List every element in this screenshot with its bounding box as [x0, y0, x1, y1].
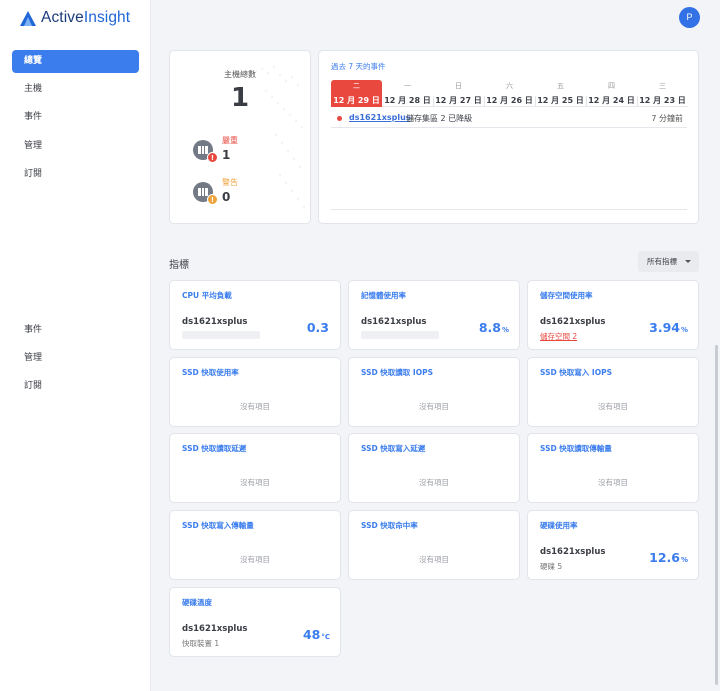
metric-title: 硬碟使用率 [540, 521, 578, 530]
metric-value: 0.3 [306, 320, 329, 335]
metric-empty-text: 沒有項目 [240, 478, 270, 487]
main-content: P 主機總數 1 ! 嚴重 1 ! 警告 0 過去 7 天的事件 二 12 月 … [152, 0, 720, 691]
day-tab[interactable]: 四 12 月 24 日 [586, 80, 637, 107]
metric-host: ds1621xsplus [182, 624, 248, 634]
metrics-section-title: 指標 [169, 260, 189, 271]
sidebar-item-management-secondary[interactable]: 管理 [12, 347, 139, 370]
metric-sub-text: 硬碟 5 [540, 562, 563, 571]
metric-card[interactable]: SSD 快取讀取 IOPS 沒有項目 [348, 357, 520, 427]
event-host-link[interactable]: ds1621xsplus [349, 113, 411, 122]
scrollbar[interactable] [715, 345, 718, 685]
metric-title: SSD 快取命中率 [361, 521, 418, 530]
day-divider [586, 96, 587, 106]
metric-value: 3.94% [649, 320, 688, 335]
metric-title: CPU 平均負載 [182, 291, 232, 300]
sidebar-item-subscriptions[interactable]: 訂閱 [12, 163, 139, 186]
metric-title: SSD 快取寫入傳輸量 [182, 521, 254, 530]
sidebar-item-events[interactable]: 事件 [12, 106, 139, 129]
sidebar-item-overview[interactable]: 總覽 [12, 50, 139, 73]
warning-count[interactable]: 0 [222, 190, 230, 204]
metric-sub-link[interactable]: 儲存空間 2 [540, 331, 577, 342]
day-tab[interactable]: 六 12 月 26 日 [484, 80, 535, 107]
activeinsight-logo-icon [20, 10, 36, 26]
day-divider [535, 96, 536, 106]
sidebar-item-management[interactable]: 管理 [12, 135, 139, 158]
sidebar: ActiveInsight 總覽 主機 事件 管理 訂閱 事件 管理 訂閱 [0, 0, 151, 691]
metric-host: ds1621xsplus [182, 317, 248, 327]
metric-host: ds1621xsplus [361, 317, 427, 327]
summary-card: 主機總數 1 ! 嚴重 1 ! 警告 0 [169, 50, 311, 224]
critical-dot-icon [337, 116, 342, 121]
metric-empty-text: 沒有項目 [419, 402, 449, 411]
metric-title: 硬碟溫度 [182, 598, 212, 607]
metric-redacted-text [182, 331, 260, 339]
metric-title: SSD 快取讀取 IOPS [361, 368, 433, 377]
events-title: 過去 7 天的事件 [331, 62, 386, 71]
metric-card[interactable]: 儲存空間使用率 ds1621xsplus 儲存空間 2 3.94% [527, 280, 699, 350]
metric-title: SSD 快取讀取延遲 [182, 444, 247, 453]
server-critical-icon: ! [193, 140, 218, 163]
logo[interactable]: ActiveInsight [19, 9, 130, 27]
logo-text: ActiveInsight [41, 9, 131, 26]
critical-count[interactable]: 1 [222, 148, 230, 162]
sidebar-item-events-secondary[interactable]: 事件 [12, 319, 139, 342]
day-tab[interactable]: 一 12 月 28 日 [382, 80, 433, 107]
metric-value: 8.8% [478, 320, 509, 335]
metric-card[interactable]: SSD 快取讀取延遲 沒有項目 [169, 433, 341, 503]
metrics-filter-dropdown[interactable]: 所有指標 [638, 251, 699, 272]
warning-label[interactable]: 警告 [222, 177, 238, 188]
metric-card[interactable]: 硬碟溫度 ds1621xsplus 快取裝置 1 48°C [169, 587, 341, 657]
metric-title: SSD 快取使用率 [182, 368, 239, 377]
day-tab[interactable]: 五 12 月 25 日 [535, 80, 586, 107]
sidebar-item-subscriptions-secondary[interactable]: 訂閱 [12, 375, 139, 398]
server-warning-icon: ! [193, 182, 218, 205]
metric-host: ds1621xsplus [540, 317, 606, 327]
metric-title: 儲存空間使用率 [540, 291, 593, 300]
metric-redacted-text [361, 331, 439, 339]
metric-empty-text: 沒有項目 [419, 555, 449, 564]
metric-card[interactable]: CPU 平均負載 ds1621xsplus 0.3 [169, 280, 341, 350]
metric-card[interactable]: SSD 快取寫入延遲 沒有項目 [348, 433, 520, 503]
total-hosts-count: 1 [230, 83, 250, 113]
metric-card[interactable]: SSD 快取寫入 IOPS 沒有項目 [527, 357, 699, 427]
caret-down-icon [685, 260, 691, 263]
day-divider [484, 96, 485, 106]
metric-card[interactable]: SSD 快取使用率 沒有項目 [169, 357, 341, 427]
day-tab[interactable]: 二 12 月 29 日 [331, 80, 382, 107]
metric-card[interactable]: 記憶體使用率 ds1621xsplus 8.8% [348, 280, 520, 350]
metric-card[interactable]: 硬碟使用率 ds1621xsplus 硬碟 5 12.6% [527, 510, 699, 580]
metric-empty-text: 沒有項目 [240, 555, 270, 564]
user-avatar[interactable]: P [679, 7, 700, 28]
day-tab[interactable]: 日 12 月 27 日 [433, 80, 484, 107]
metric-title: SSD 快取寫入延遲 [361, 444, 426, 453]
day-divider [637, 96, 638, 106]
events-divider [331, 209, 687, 210]
metric-value: 48°C [302, 627, 330, 642]
event-time: 7 分鐘前 [651, 114, 683, 123]
metric-host: ds1621xsplus [540, 547, 606, 557]
event-row[interactable]: ds1621xsplus 儲存集區 2 已降級 7 分鐘前 [331, 112, 687, 128]
metric-empty-text: 沒有項目 [598, 478, 628, 487]
metric-empty-text: 沒有項目 [240, 402, 270, 411]
events-card: 過去 7 天的事件 二 12 月 29 日 一 12 月 28 日 日 12 月 27… [318, 50, 699, 224]
day-divider [433, 96, 434, 106]
metric-empty-text: 沒有項目 [598, 402, 628, 411]
day-tab[interactable]: 三 12 月 23 日 [637, 80, 688, 107]
total-hosts-label: 主機總數 [224, 70, 256, 79]
sidebar-item-hosts[interactable]: 主機 [12, 78, 139, 101]
metric-title: 記憶體使用率 [361, 291, 406, 300]
metric-card[interactable]: SSD 快取寫入傳輸量 沒有項目 [169, 510, 341, 580]
metric-title: SSD 快取寫入 IOPS [540, 368, 612, 377]
metric-empty-text: 沒有項目 [419, 478, 449, 487]
metric-card[interactable]: SSD 快取讀取傳輸量 沒有項目 [527, 433, 699, 503]
metric-title: SSD 快取讀取傳輸量 [540, 444, 612, 453]
metric-sub-text: 快取裝置 1 [182, 639, 220, 648]
event-message: 儲存集區 2 已降級 [406, 114, 473, 123]
metrics-filter-label: 所有指標 [647, 257, 677, 266]
critical-label[interactable]: 嚴重 [222, 135, 238, 146]
metric-card[interactable]: SSD 快取命中率 沒有項目 [348, 510, 520, 580]
metric-value: 12.6% [649, 550, 688, 565]
